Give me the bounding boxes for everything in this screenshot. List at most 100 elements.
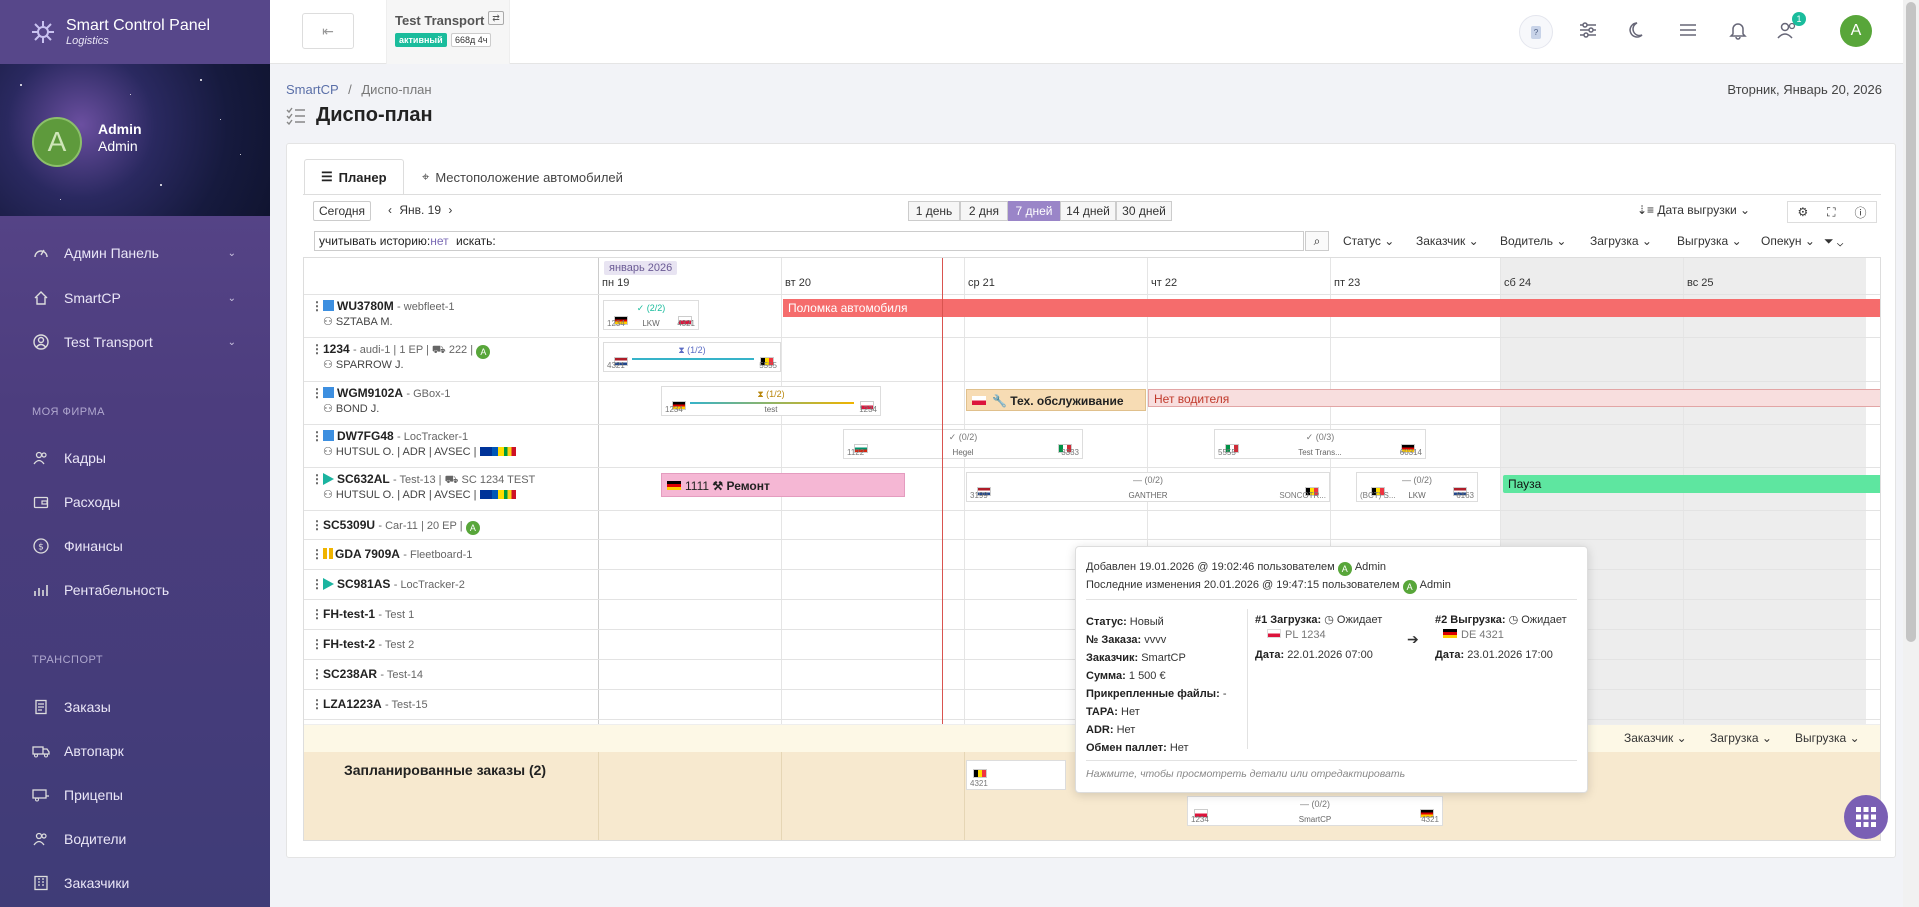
tab-planner[interactable]: ☰ Планер xyxy=(304,159,404,195)
vehicle-row[interactable]: ⋮FH-test-2 - Test 2 xyxy=(311,637,414,651)
planned-filter-customer[interactable]: Заказчик ⌄ xyxy=(1624,731,1687,745)
vehicle-row[interactable]: ⋮ GDA 7909A - Fleetboard-1 xyxy=(311,547,472,561)
kebab-icon[interactable]: ⋮ xyxy=(311,577,323,591)
filter-customer[interactable]: Заказчик ⌄ xyxy=(1416,234,1479,248)
nav-test-transport[interactable]: Test Transport ⌄ xyxy=(0,325,270,359)
filter-status[interactable]: Статус ⌄ xyxy=(1343,234,1394,248)
planned-order-card[interactable]: — (0/2) SmartCP 1234 4321 xyxy=(1187,796,1443,826)
order-card[interactable]: ✓ (0/2) Hegel 1122 3333 xyxy=(843,429,1083,459)
users-icon[interactable]: 1 xyxy=(1774,12,1806,44)
company-switcher[interactable]: Test Transport ⇄ активный 668д 4ч xyxy=(386,0,510,64)
chevron-right-icon[interactable]: › xyxy=(448,203,452,217)
order-card[interactable]: ✓ (0/3) Test Trans... 5555 60314 xyxy=(1214,429,1426,459)
search-input[interactable]: учитывать историю:нет искать: ⌕ xyxy=(314,231,1329,251)
vehicle-row[interactable]: ⋮SC238AR - Test-14 xyxy=(311,667,423,681)
kebab-icon[interactable]: ⋮ xyxy=(311,547,323,561)
user-avatar[interactable]: A xyxy=(1840,15,1872,47)
kebab-icon[interactable]: ⋮ xyxy=(311,637,323,651)
scrollbar[interactable] xyxy=(1903,0,1919,907)
kebab-icon[interactable]: ⋮ xyxy=(311,697,323,711)
nav-smartcp[interactable]: SmartCP ⌄ xyxy=(0,281,270,315)
list-check-icon[interactable] xyxy=(286,107,306,128)
vehicle-sub: - Car-11 | 20 EP | xyxy=(378,520,463,532)
vehicle-row[interactable]: ⋮ SC981AS - LocTracker-2 xyxy=(311,577,465,591)
stop-date-key: Дата: xyxy=(1255,649,1285,661)
filter-driver[interactable]: Водитель ⌄ xyxy=(1500,234,1566,248)
brand[interactable]: Smart Control Panel Logistics xyxy=(0,0,270,64)
filter-unloading[interactable]: Выгрузка ⌄ xyxy=(1677,234,1742,248)
no-driver-event[interactable]: Нет водителя xyxy=(1148,389,1880,407)
apps-grid-button[interactable] xyxy=(1844,795,1888,839)
menu-icon[interactable] xyxy=(1674,16,1702,44)
range-2-days[interactable]: 2 дня xyxy=(960,201,1008,221)
nav-fleet[interactable]: Автопарк xyxy=(0,734,270,768)
planned-filter-loading[interactable]: Загрузка ⌄ xyxy=(1710,731,1772,745)
today-button[interactable]: Сегодня xyxy=(313,201,371,221)
planned-filter-unloading[interactable]: Выгрузка ⌄ xyxy=(1795,731,1860,745)
moon-icon[interactable] xyxy=(1624,16,1652,44)
breakdown-event[interactable]: Поломка автомобиля xyxy=(783,299,1880,317)
settings-sliders-icon[interactable] xyxy=(1574,16,1602,44)
vehicle-name: DW7FG48 xyxy=(337,429,394,443)
help-button[interactable]: ? xyxy=(1519,15,1553,49)
funnel-icon[interactable]: ⏷ ⌄ xyxy=(1824,234,1843,249)
range-14-days[interactable]: 14 дней xyxy=(1060,201,1116,221)
range-1-day[interactable]: 1 день xyxy=(908,201,960,221)
vehicle-row[interactable]: ⋮ DW7FG48 - LocTracker-1 ⚇ HUTSUL O. | ADR… xyxy=(311,429,516,458)
kebab-icon[interactable]: ⋮ xyxy=(311,667,323,681)
range-7-days[interactable]: 7 дней xyxy=(1008,201,1060,221)
kebab-icon[interactable]: ⋮ xyxy=(311,429,323,443)
kebab-icon[interactable]: ⋮ xyxy=(311,342,323,356)
vehicle-name: WGM9102A xyxy=(337,386,404,400)
vehicle-row[interactable]: ⋮ WU3780M - webfleet-1 ⚇ SZTABA M. xyxy=(311,299,455,328)
settings-sliders-icon[interactable]: ⚙ xyxy=(1797,205,1808,219)
filter-loading[interactable]: Загрузка ⌄ xyxy=(1590,234,1652,248)
kebab-icon[interactable]: ⋮ xyxy=(311,386,323,400)
tab-vehicle-location[interactable]: ⌖ Местоположение автомобилей xyxy=(406,159,639,195)
search-icon[interactable]: ⌕ xyxy=(1305,231,1329,251)
vehicle-row[interactable]: ⋮1234 - audi-1 | 1 EP | ⛟ 222 | A ⚇ SPARR… xyxy=(311,342,491,371)
nav-trailers[interactable]: Прицепы xyxy=(0,778,270,812)
nav-profitability[interactable]: Рентабельность xyxy=(0,573,270,607)
maintenance-event[interactable]: 🔧 Тех. обслуживание xyxy=(966,389,1146,411)
range-30-days[interactable]: 30 дней xyxy=(1116,201,1172,221)
scrollbar-thumb[interactable] xyxy=(1906,2,1916,642)
kebab-icon[interactable]: ⋮ xyxy=(311,607,323,621)
nav-orders[interactable]: Заказы xyxy=(0,690,270,724)
avatar[interactable]: A xyxy=(32,117,82,167)
filter-guardian[interactable]: Опекун ⌄ xyxy=(1761,234,1815,248)
nav-staff[interactable]: Кадры xyxy=(0,441,270,475)
planned-order-card[interactable]: 4321 xyxy=(966,760,1066,790)
repair-event[interactable]: 1111 ⚒ Ремонт xyxy=(661,473,905,497)
vehicle-row[interactable]: ⋮SC5309U - Car-11 | 20 EP | A xyxy=(311,518,480,535)
kebab-icon[interactable]: ⋮ xyxy=(311,472,323,486)
back-button[interactable]: ⇤ xyxy=(302,13,354,49)
vehicle-row[interactable]: ⋮ SC632AL - Test-13 | ⛟ SC 1234 TEST ⚇ HUT… xyxy=(311,472,535,501)
nav-finance[interactable]: $ Финансы xyxy=(0,529,270,563)
chevron-left-icon[interactable]: ‹ xyxy=(388,203,392,217)
bell-icon[interactable] xyxy=(1724,16,1752,44)
nav-drivers[interactable]: Водители xyxy=(0,822,270,856)
current-date-label[interactable]: Янв. 19 xyxy=(399,203,441,217)
nav-customers[interactable]: Заказчики xyxy=(0,866,270,900)
vehicle-row[interactable]: ⋮FH-test-1 - Test 1 xyxy=(311,607,414,621)
kebab-icon[interactable]: ⋮ xyxy=(311,299,323,313)
order-tooltip[interactable]: Добавлен 19.01.2026 @ 19:02:46 пользоват… xyxy=(1075,546,1588,793)
history-value[interactable]: нет xyxy=(430,234,448,248)
sort-dropdown[interactable]: ⇣≡ Дата выгрузки ⌄ xyxy=(1637,203,1750,217)
order-card[interactable]: ⧗ (1/2) 4321 5555 xyxy=(603,342,781,372)
order-card[interactable]: — (0/2) GANTHER 3199 SONCOTR... xyxy=(966,472,1330,502)
kebab-icon[interactable]: ⋮ xyxy=(311,518,323,532)
order-card[interactable]: ✓ (2/2) LKW 1234 4321 xyxy=(603,300,699,330)
vehicle-row[interactable]: ⋮LZA1223A - Test-15 xyxy=(311,697,428,711)
order-card[interactable]: ⧗ (1/2) test 1234 1234 xyxy=(661,386,881,416)
order-card[interactable]: — (0/2) LKW (BCT) S... 6163 xyxy=(1356,472,1478,502)
breadcrumb-root[interactable]: SmartCP xyxy=(286,82,339,97)
info-icon[interactable]: ⓘ xyxy=(1855,204,1867,221)
switch-icon[interactable]: ⇄ xyxy=(488,11,504,25)
nav-admin-panel[interactable]: Админ Панель ⌄ xyxy=(0,236,270,270)
fullscreen-icon[interactable]: ⛶ xyxy=(1827,205,1835,220)
vehicle-row[interactable]: ⋮ WGM9102A - GBox-1 ⚇ BOND J. xyxy=(311,386,450,415)
nav-expenses[interactable]: Расходы xyxy=(0,485,270,519)
pause-event[interactable]: Пауза xyxy=(1503,475,1880,493)
